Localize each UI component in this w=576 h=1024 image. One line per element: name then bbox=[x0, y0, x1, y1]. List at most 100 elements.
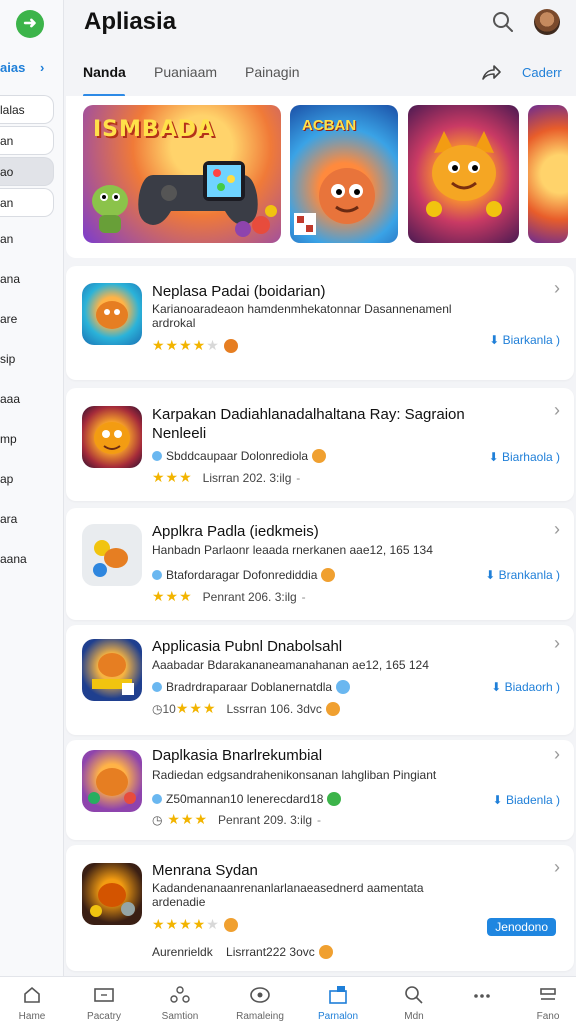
chat-icon bbox=[250, 987, 270, 1003]
badge-icon bbox=[327, 792, 342, 806]
sidebar-heading[interactable]: aias › bbox=[0, 60, 63, 84]
sidebar-item[interactable]: ap bbox=[0, 459, 54, 499]
app-icon bbox=[82, 524, 142, 586]
chevron-right-icon[interactable]: › bbox=[554, 857, 560, 878]
menu-icon bbox=[540, 988, 556, 1000]
app-icon-art bbox=[93, 540, 128, 577]
badge-icon bbox=[321, 568, 336, 582]
app-icon-art bbox=[94, 422, 130, 454]
download-icon bbox=[329, 986, 347, 1004]
badge-icon bbox=[223, 918, 238, 932]
chevron-right-icon[interactable]: › bbox=[554, 633, 560, 654]
badge-icon bbox=[318, 945, 333, 959]
share-icon[interactable] bbox=[480, 62, 502, 84]
rating-stars: ◷ ★★★ Penrant 209. 3:ilg - bbox=[152, 811, 322, 827]
sidebar-item[interactable]: ana bbox=[0, 259, 54, 299]
rating-stars: ★★★★★ bbox=[152, 337, 238, 354]
app-icon bbox=[82, 283, 142, 345]
home-icon bbox=[24, 986, 40, 1003]
apps-icon bbox=[170, 986, 190, 1003]
app-icon bbox=[82, 406, 142, 468]
sidebar-item[interactable]: lalas bbox=[0, 95, 54, 124]
sidebar-list: lalas an ao an an ana are sip aaa mp ap … bbox=[0, 95, 63, 579]
nav-menu[interactable]: Fano bbox=[516, 977, 576, 1024]
sidebar-item-active[interactable]: ao bbox=[0, 157, 54, 186]
app-meta: Btafordaragar Dofonrediddia bbox=[152, 568, 336, 582]
app-name: Applkra Padla (iedkmeis) bbox=[152, 523, 319, 540]
sidebar-item[interactable]: an bbox=[0, 126, 54, 155]
nav-download[interactable]: Parnalon bbox=[306, 977, 370, 1024]
nav-more[interactable] bbox=[450, 977, 514, 1024]
app-card[interactable]: Daplkasia Bnarlrekumbial Radiedan edgsan… bbox=[66, 740, 574, 840]
rating-stars: ★★★★★ bbox=[152, 916, 238, 933]
nav-chat[interactable]: Ramaleing bbox=[228, 977, 292, 1024]
orbs-icon bbox=[235, 205, 277, 237]
sidebar-item[interactable]: aana bbox=[0, 539, 54, 579]
chevron-right-icon[interactable]: › bbox=[554, 400, 560, 421]
info-icon bbox=[152, 570, 162, 580]
nav-category[interactable]: Pacatry bbox=[72, 977, 136, 1024]
app-name: Neplasa Padai (boidarian) bbox=[152, 283, 326, 300]
banner-card[interactable]: ISMBADA bbox=[83, 105, 281, 243]
rating-stars: ★★★ Penrant 206. 3:ilg - bbox=[152, 588, 307, 604]
search-icon[interactable] bbox=[492, 11, 514, 33]
chevron-right-icon[interactable]: › bbox=[554, 278, 560, 299]
banner-card[interactable]: ACBAN bbox=[290, 105, 398, 243]
install-link[interactable]: ⬇ Biarkanla ) bbox=[489, 333, 560, 347]
tab-link[interactable]: Caderr bbox=[522, 65, 562, 80]
info-icon bbox=[152, 451, 162, 461]
app-name: Daplkasia Bnarlrekumbial bbox=[152, 747, 323, 764]
sidebar-item[interactable]: mp bbox=[0, 419, 54, 459]
app-card[interactable]: Neplasa Padai (boidarian) Karianoaradeao… bbox=[66, 266, 574, 380]
nav-apps[interactable]: Samtion bbox=[148, 977, 212, 1024]
tab-painagin[interactable]: Painagin bbox=[245, 64, 300, 80]
tab-puaniaam[interactable]: Puaniaam bbox=[154, 64, 217, 80]
sidebar-item[interactable]: ara bbox=[0, 499, 54, 539]
avatar[interactable] bbox=[534, 9, 560, 35]
install-link[interactable]: ⬇ Biarhaola ) bbox=[489, 450, 560, 464]
bottom-nav: Hame Pacatry Samtion Ramaleing Parnalon … bbox=[0, 976, 576, 1024]
install-link[interactable]: ⬇ Biadenla ) bbox=[493, 793, 560, 807]
download-icon: ⬇ bbox=[488, 450, 499, 464]
character-icon bbox=[92, 185, 128, 233]
tab-bar: Nanda Puaniaam Painagin Caderr bbox=[64, 48, 576, 98]
sidebar-item[interactable]: aaa bbox=[0, 379, 54, 419]
chevron-right-icon[interactable]: › bbox=[554, 519, 560, 540]
clock-icon: ◷ bbox=[152, 813, 163, 827]
app-meta: Z50mannan10 lenerecdard18 bbox=[152, 792, 342, 806]
nav-home[interactable]: Hame bbox=[0, 977, 64, 1024]
character-icon bbox=[319, 168, 375, 224]
more-icon bbox=[474, 994, 490, 998]
app-icon-art bbox=[92, 653, 134, 695]
app-card[interactable]: Karpakan Dadiahlanadalhaltana Ray: Sagra… bbox=[66, 388, 574, 501]
hero-carousel: ISMBADA ACBAN bbox=[66, 96, 576, 258]
app-card[interactable]: Applkra Padla (iedkmeis) Hanbadn Parlaon… bbox=[66, 508, 574, 620]
sidebar-item[interactable]: an bbox=[0, 219, 54, 259]
badge-icon bbox=[223, 339, 238, 353]
app-meta: Aurenrieldk Lisrrant222 3ovc bbox=[152, 945, 333, 959]
app-icon-art bbox=[90, 883, 135, 917]
logo-icon[interactable]: ➜ bbox=[16, 10, 44, 38]
app-icon bbox=[82, 863, 142, 925]
app-icon bbox=[82, 639, 142, 701]
qr-icon bbox=[294, 213, 316, 235]
nav-search[interactable]: Mdn bbox=[382, 977, 446, 1024]
app-card[interactable]: Applicasia Pubnl Dnabolsahl Aaabadar Bda… bbox=[66, 625, 574, 735]
app-meta: Bradrdraparaar Doblanernatdla bbox=[152, 680, 351, 694]
app-description: Radiedan edgsandrahenikonsanan lahgliban… bbox=[152, 768, 437, 782]
app-meta: Sbddcaupaar Dolonrediola bbox=[152, 449, 327, 463]
app-card[interactable]: Menrana Sydan Kadandenanaanrenanlarlanae… bbox=[66, 845, 574, 971]
sidebar-item[interactable]: sip bbox=[0, 339, 54, 379]
sidebar-item[interactable]: an bbox=[0, 188, 54, 217]
clock-icon: ◷ bbox=[152, 702, 163, 716]
banner-card[interactable] bbox=[408, 105, 519, 243]
install-link[interactable]: ⬇ Brankanla ) bbox=[485, 568, 560, 582]
app-description: Aaabadar Bdarakananeamanahanan ae12, 165… bbox=[152, 658, 429, 672]
tab-nanda[interactable]: Nanda bbox=[83, 64, 126, 80]
chevron-right-icon[interactable]: › bbox=[554, 744, 560, 765]
install-button[interactable]: Jenodono bbox=[487, 918, 556, 936]
sidebar-item[interactable]: are bbox=[0, 299, 54, 339]
install-link[interactable]: ⬇ Biadaorh ) bbox=[491, 680, 560, 694]
page-title: Apliasia bbox=[84, 8, 177, 35]
banner-card[interactable] bbox=[528, 105, 568, 243]
